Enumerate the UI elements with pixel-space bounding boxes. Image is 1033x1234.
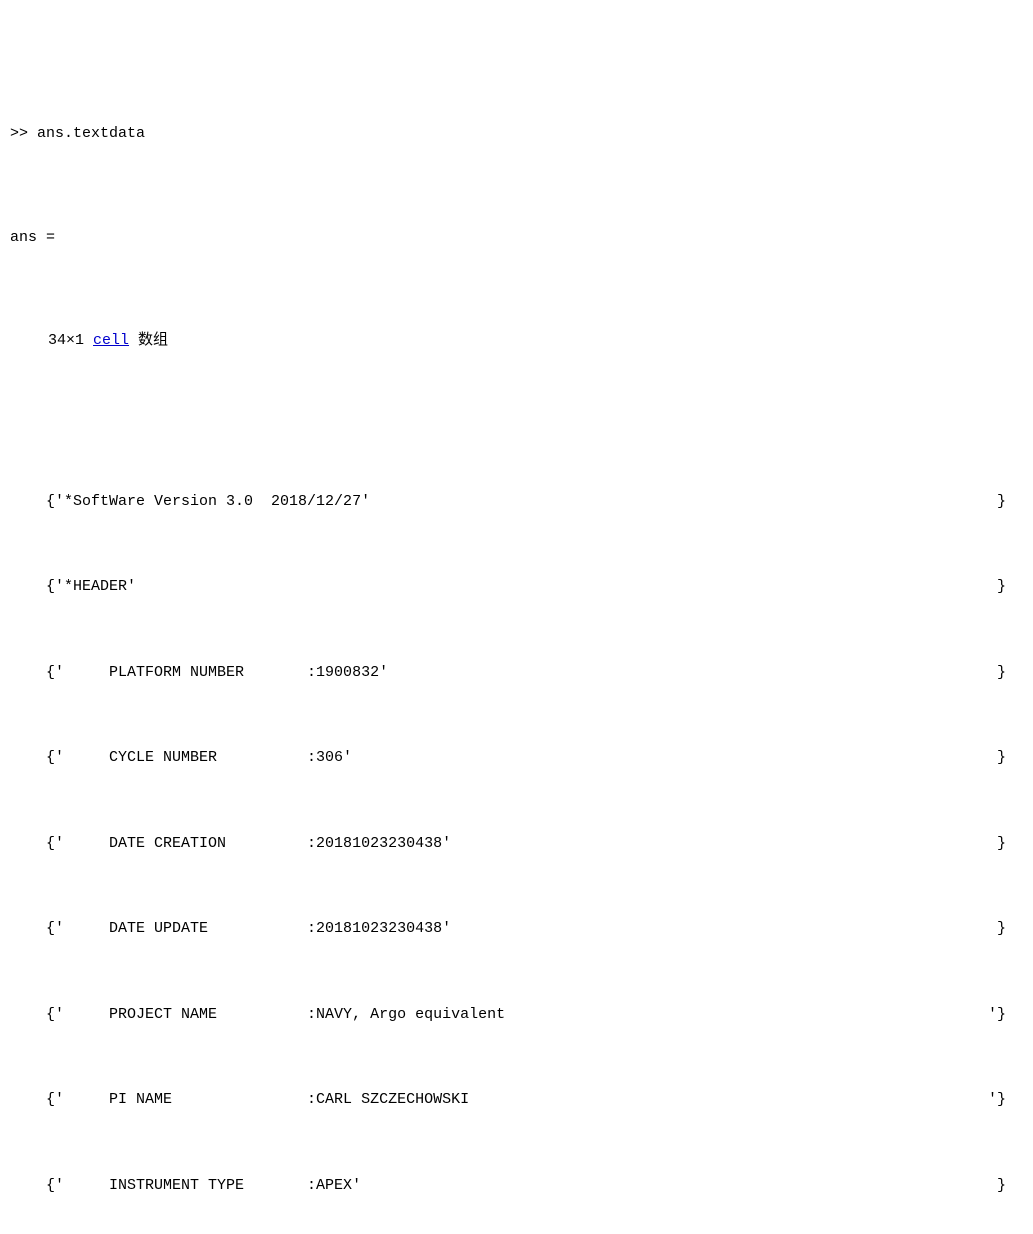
cell-text: DATE UPDATE :20181023230438' — [64, 915, 997, 944]
cell-row: {'*SoftWare Version 3.0 2018/12/27'} — [46, 488, 1006, 517]
cell-close-brace: } — [997, 573, 1006, 602]
cell-row: {' PI NAME :CARL SZCZECHOWSKI'} — [46, 1086, 1006, 1115]
ans-label: ans = — [10, 224, 1023, 253]
cell-array-content: {'*SoftWare Version 3.0 2018/12/27'} {'*… — [46, 431, 1023, 1234]
cell-row: {' CYCLE NUMBER :306'} — [46, 744, 1006, 773]
cell-open-brace: {' — [46, 1001, 64, 1030]
cell-row: {' PROJECT NAME :NAVY, Argo equivalent'} — [46, 1001, 1006, 1030]
cell-open-brace: {' — [46, 744, 64, 773]
command-prompt: >> ans.textdata — [10, 120, 1023, 149]
cell-row: {'*HEADER'} — [46, 573, 1006, 602]
cell-text: *HEADER' — [64, 573, 997, 602]
cell-close-brace: } — [997, 830, 1006, 859]
cell-text: *SoftWare Version 3.0 2018/12/27' — [64, 488, 997, 517]
cell-size-prefix: 34×1 — [30, 332, 93, 349]
cell-row: {' DATE CREATION :20181023230438'} — [46, 830, 1006, 859]
cell-close-brace: '} — [988, 1086, 1006, 1115]
cell-text: PI NAME :CARL SZCZECHOWSKI — [64, 1086, 988, 1115]
cell-open-brace: {' — [46, 1086, 64, 1115]
cell-open-brace: {' — [46, 488, 64, 517]
cell-text: PROJECT NAME :NAVY, Argo equivalent — [64, 1001, 988, 1030]
cell-row: {' INSTRUMENT TYPE :APEX'} — [46, 1172, 1006, 1201]
cell-close-brace: } — [997, 915, 1006, 944]
cell-open-brace: {' — [46, 915, 64, 944]
cell-text: INSTRUMENT TYPE :APEX' — [64, 1172, 997, 1201]
cell-type-link[interactable]: cell — [93, 332, 129, 349]
cell-array-info: 34×1 cell 数组 — [30, 327, 1023, 356]
cell-open-brace: {' — [46, 1172, 64, 1201]
cell-text: DATE CREATION :20181023230438' — [64, 830, 997, 859]
cell-text: CYCLE NUMBER :306' — [64, 744, 997, 773]
cell-close-brace: '} — [988, 1001, 1006, 1030]
cell-open-brace: {' — [46, 573, 64, 602]
cell-close-brace: } — [997, 488, 1006, 517]
cell-close-brace: } — [997, 744, 1006, 773]
cell-row: {' PLATFORM NUMBER :1900832'} — [46, 659, 1006, 688]
cell-close-brace: } — [997, 1172, 1006, 1201]
cell-open-brace: {' — [46, 830, 64, 859]
cell-open-brace: {' — [46, 659, 64, 688]
cell-row: {' DATE UPDATE :20181023230438'} — [46, 915, 1006, 944]
cell-text: PLATFORM NUMBER :1900832' — [64, 659, 997, 688]
cell-suffix: 数组 — [129, 332, 168, 349]
cell-close-brace: } — [997, 659, 1006, 688]
